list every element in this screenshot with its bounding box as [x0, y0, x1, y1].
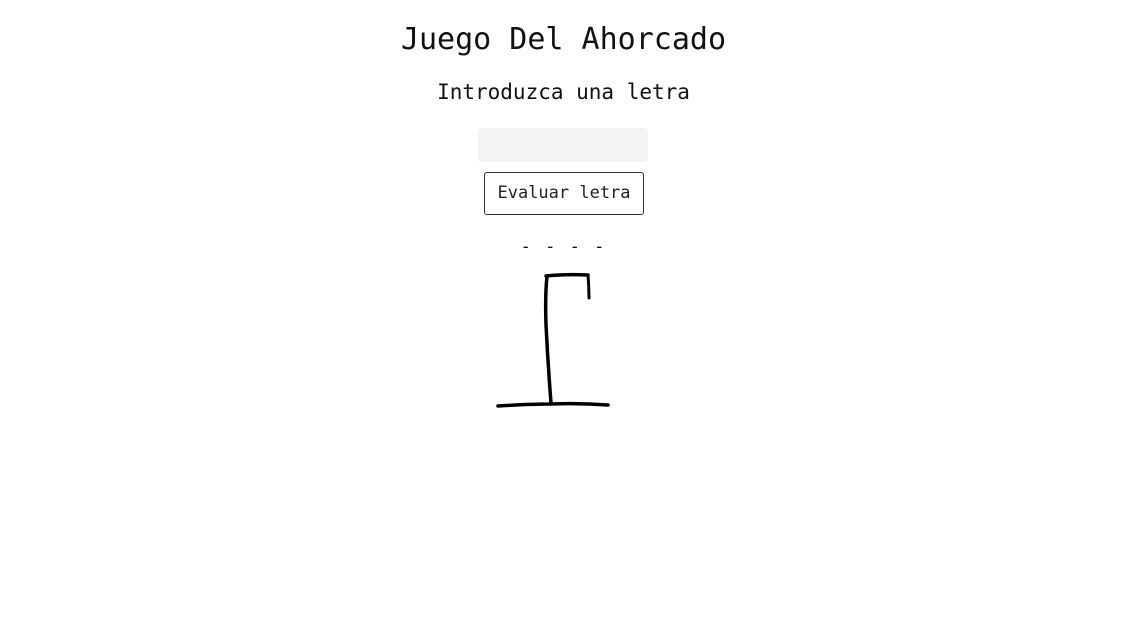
gallows-beam: [544, 272, 590, 278]
instruction-text: Introduzca una letra: [437, 80, 690, 104]
evaluate-letter-button[interactable]: Evaluar letra: [484, 172, 644, 215]
hangman-page: Juego Del Ahorcado Introduzca una letra …: [0, 0, 1127, 635]
letter-input[interactable]: [478, 128, 648, 162]
hangman-gallows-drawing: [496, 272, 610, 408]
gallows-rope: [586, 273, 591, 300]
word-display: - - - -: [520, 237, 607, 257]
page-title: Juego Del Ahorcado: [400, 22, 727, 57]
gallows-base: [496, 401, 610, 408]
gallows-post: [543, 274, 553, 405]
